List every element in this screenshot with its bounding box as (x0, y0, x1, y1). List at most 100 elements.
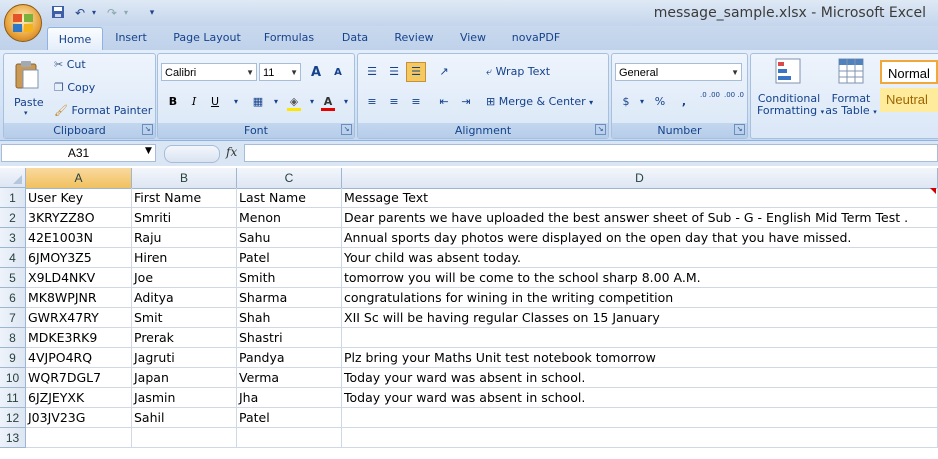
cell-a5[interactable]: X9LD4NKV (26, 268, 132, 288)
borders-button[interactable]: ▦ (248, 92, 268, 112)
cell-b1[interactable]: First Name (132, 188, 237, 208)
cell-a12[interactable]: J03JV23G (26, 408, 132, 428)
underline-dropdown-icon[interactable]: ▾ (226, 92, 246, 112)
cell-a6[interactable]: MK8WPJNR (26, 288, 132, 308)
cell-b4[interactable]: Hiren (132, 248, 237, 268)
currency-dropdown-icon[interactable]: ▾ (632, 92, 652, 112)
align-center-button[interactable]: ≡ (384, 92, 404, 112)
cell-d7[interactable]: XII Sc will be having regular Classes on… (342, 308, 938, 328)
italic-button[interactable]: I (184, 92, 204, 112)
align-left-button[interactable]: ≡ (362, 92, 382, 112)
wrap-text-button[interactable]: ⤶ Wrap Text (486, 65, 550, 79)
align-right-button[interactable]: ≡ (406, 92, 426, 112)
name-box-dropdown-icon[interactable]: ▼ (145, 146, 152, 156)
row-header[interactable]: 11 (0, 388, 26, 408)
cell-c10[interactable]: Verma (237, 368, 342, 388)
font-name-combo[interactable]: Calibri ▼ (161, 63, 257, 81)
cell-b9[interactable]: Jagruti (132, 348, 237, 368)
cell-a9[interactable]: 4VJPO4RQ (26, 348, 132, 368)
format-painter-button[interactable]: 🖌 Format Painter (54, 104, 152, 117)
style-neutral[interactable]: Neutral (880, 88, 938, 112)
row-header[interactable]: 8 (0, 328, 26, 348)
cell-c6[interactable]: Sharma (237, 288, 342, 308)
dialog-launcher-icon[interactable]: ↘ (595, 124, 606, 135)
formula-input[interactable] (244, 144, 938, 162)
cell-c2[interactable]: Menon (237, 208, 342, 228)
tab-review[interactable]: Review (388, 26, 440, 50)
cell-b8[interactable]: Prerak (132, 328, 237, 348)
tab-novapdf[interactable]: novaPDF (506, 26, 566, 50)
name-box[interactable]: A31 (1, 144, 156, 162)
style-normal[interactable]: Normal (880, 60, 938, 84)
tab-view[interactable]: View (452, 26, 494, 50)
font-size-combo[interactable]: 11 ▼ (259, 63, 301, 81)
font-color-dropdown-icon[interactable]: ▾ (336, 92, 356, 112)
cell-d9[interactable]: Plz bring your Maths Unit test notebook … (342, 348, 938, 368)
cell-d5[interactable]: tomorrow you will be come to the school … (342, 268, 938, 288)
format-as-table-button[interactable]: Format as Table ▾ (824, 56, 878, 117)
row-header[interactable]: 1 (0, 188, 26, 208)
tab-insert[interactable]: Insert (108, 26, 154, 50)
worksheet-grid[interactable]: 1 User Key First Name Last Name Message Text… (0, 188, 938, 459)
row-header[interactable]: 2 (0, 208, 26, 228)
cell-b7[interactable]: Smit (132, 308, 237, 328)
row-header[interactable]: 5 (0, 268, 26, 288)
cell-d2[interactable]: Dear parents we have uploaded the best a… (342, 208, 938, 228)
tab-home[interactable]: Home (47, 27, 103, 51)
column-header-b[interactable]: B (132, 168, 237, 188)
cell-d3[interactable]: Annual sports day photos were displayed … (342, 228, 938, 248)
cell-c11[interactable]: Jha (237, 388, 342, 408)
cell-d13[interactable] (342, 428, 938, 448)
cell-c5[interactable]: Smith (237, 268, 342, 288)
cell-d8[interactable] (342, 328, 938, 348)
row-header[interactable]: 6 (0, 288, 26, 308)
cell-b11[interactable]: Jasmin (132, 388, 237, 408)
row-header[interactable]: 12 (0, 408, 26, 428)
row-header[interactable]: 7 (0, 308, 26, 328)
cell-a1[interactable]: User Key (26, 188, 132, 208)
font-color-button[interactable]: A (318, 92, 338, 112)
column-header-a[interactable]: A (26, 168, 132, 188)
cell-a3[interactable]: 42E1003N (26, 228, 132, 248)
cell-c3[interactable]: Sahu (237, 228, 342, 248)
cell-c9[interactable]: Pandya (237, 348, 342, 368)
shrink-font-button[interactable]: A (328, 63, 348, 83)
comma-button[interactable]: , (674, 92, 694, 112)
cell-b10[interactable]: Japan (132, 368, 237, 388)
increase-indent-button[interactable]: ⇥ (456, 92, 476, 112)
tab-page-layout[interactable]: Page Layout (166, 26, 248, 50)
row-header[interactable]: 10 (0, 368, 26, 388)
cell-c13[interactable] (237, 428, 342, 448)
percent-button[interactable]: % (650, 92, 670, 112)
paste-button[interactable]: Paste ▾ (10, 58, 44, 117)
cell-a11[interactable]: 6JZJEYXK (26, 388, 132, 408)
fill-color-button[interactable]: ◈ (284, 92, 304, 112)
number-format-combo[interactable]: General ▼ (615, 63, 742, 81)
column-header-d[interactable]: D (342, 168, 938, 188)
decrease-indent-button[interactable]: ⇤ (434, 92, 454, 112)
merge-center-button[interactable]: ⊞ Merge & Center ▾ (486, 95, 593, 108)
cell-a2[interactable]: 3KRYZZ8O (26, 208, 132, 228)
customize-qat-icon[interactable]: ▾ (144, 5, 160, 21)
insert-function-button[interactable]: fx (226, 145, 237, 159)
row-header[interactable]: 13 (0, 428, 26, 448)
decrease-decimal-button[interactable]: .00 .0 (722, 90, 746, 110)
cell-d6[interactable]: congratulations for wining in the writin… (342, 288, 938, 308)
conditional-formatting-button[interactable]: Conditional Formatting ▾ (757, 56, 824, 117)
bottom-align-button[interactable]: ☰ (406, 62, 426, 82)
row-header[interactable]: 4 (0, 248, 26, 268)
cut-button[interactable]: ✂ Cut (54, 58, 86, 71)
cell-d11[interactable]: Today your ward was absent in school. (342, 388, 938, 408)
cell-a13[interactable] (26, 428, 132, 448)
cell-a4[interactable]: 6JMOY3Z5 (26, 248, 132, 268)
top-align-button[interactable]: ☰ (362, 62, 382, 82)
dialog-launcher-icon[interactable]: ↘ (734, 124, 745, 135)
orientation-button[interactable]: ↗ (434, 62, 454, 82)
office-button[interactable] (4, 4, 42, 42)
cell-b13[interactable] (132, 428, 237, 448)
cell-c4[interactable]: Patel (237, 248, 342, 268)
grow-font-button[interactable]: A (306, 63, 326, 83)
underline-button[interactable]: U (205, 92, 225, 112)
bold-button[interactable]: B (163, 92, 183, 112)
borders-dropdown-icon[interactable]: ▾ (266, 92, 286, 112)
